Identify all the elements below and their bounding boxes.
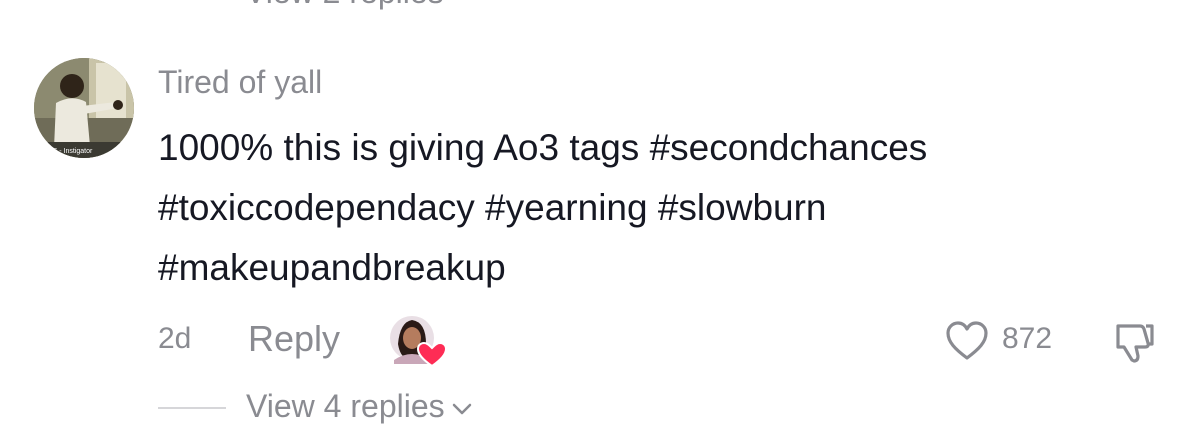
comment-text-line: #makeupandbreakup bbox=[158, 247, 506, 288]
dislike-button[interactable] bbox=[1110, 316, 1158, 364]
creator-liked-badge bbox=[388, 314, 448, 368]
commenter-avatar[interactable]: PS - Instigator bbox=[34, 58, 134, 158]
comment-text-line: #toxiccodependacy #yearning #slowburn bbox=[158, 187, 827, 228]
comment-timestamp: 2d bbox=[158, 322, 192, 355]
comment-text: 1000% this is giving Ao3 tags #secondcha… bbox=[158, 118, 1168, 298]
thumbs-down-icon bbox=[1116, 324, 1154, 363]
comment-text-line: 1000% this is giving Ao3 tags #secondcha… bbox=[158, 127, 928, 168]
reply-button[interactable]: Reply bbox=[248, 318, 340, 360]
previous-view-replies-link[interactable]: View 2 replies bbox=[245, 0, 444, 11]
chevron-down-icon bbox=[452, 403, 471, 414]
view-replies-label: View 4 replies bbox=[246, 388, 445, 424]
comment-actions-row: 2d Reply 872 bbox=[158, 312, 1168, 368]
avatar-caption-text: PS - Instigator bbox=[48, 148, 93, 155]
comment-username[interactable]: Tired of yall bbox=[158, 64, 322, 101]
heart-outline-icon bbox=[946, 321, 988, 360]
like-count: 872 bbox=[1002, 322, 1053, 355]
like-button[interactable] bbox=[943, 316, 991, 364]
view-replies-link[interactable]: View 4 replies bbox=[246, 388, 473, 425]
replies-divider bbox=[158, 407, 226, 409]
